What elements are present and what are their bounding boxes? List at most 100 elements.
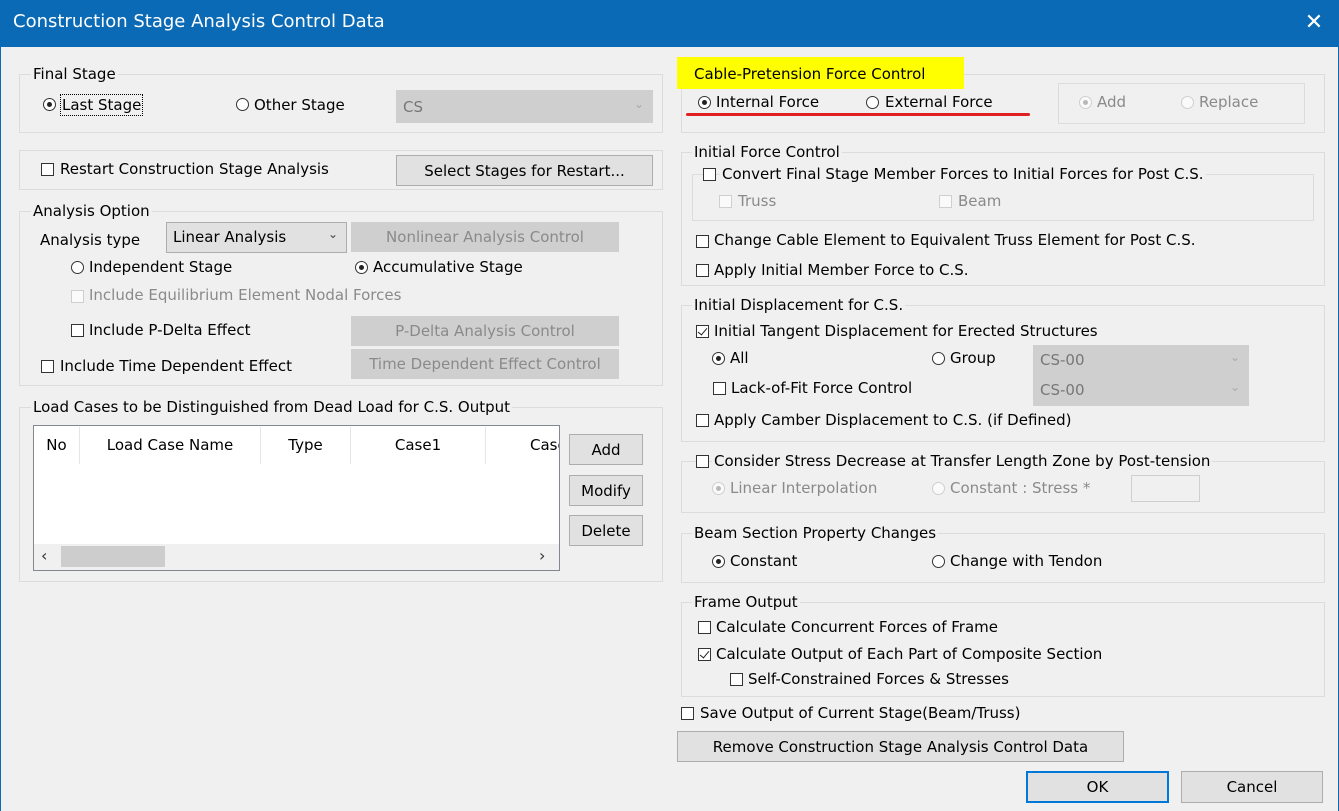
delete-load-case-button[interactable]: Delete	[569, 515, 643, 546]
internal-force-radio[interactable]	[698, 96, 711, 109]
column-header-type[interactable]: Type	[261, 427, 351, 464]
change-cable-checkbox[interactable]	[696, 235, 709, 248]
cancel-button[interactable]: Cancel	[1181, 771, 1323, 803]
change-with-tendon-label[interactable]: Change with Tendon	[950, 552, 1102, 570]
stress-value-input[interactable]	[1131, 475, 1200, 502]
other-stage-radio[interactable]	[236, 98, 249, 111]
truss-label: Truss	[738, 192, 777, 210]
group-label[interactable]: Group	[950, 349, 996, 367]
stage-select[interactable]: CS ⌄	[396, 90, 653, 123]
beam-label: Beam	[958, 192, 1002, 210]
cable-add-label: Add	[1097, 93, 1127, 111]
restart-label[interactable]: Restart Construction Stage Analysis	[60, 160, 329, 178]
change-with-tendon-radio[interactable]	[932, 555, 945, 568]
change-cable-label[interactable]: Change Cable Element to Equivalent Truss…	[714, 231, 1196, 249]
composite-section-label[interactable]: Calculate Output of Each Part of Composi…	[716, 645, 1102, 663]
chevron-down-icon: ⌄	[327, 227, 338, 241]
lack-of-fit-label[interactable]: Lack-of-Fit Force Control	[731, 379, 912, 397]
camber-checkbox[interactable]	[696, 414, 709, 427]
add-load-case-button[interactable]: Add	[569, 434, 643, 465]
concurrent-forces-checkbox[interactable]	[698, 621, 711, 634]
group-select-value: CS-00	[1040, 351, 1085, 369]
select-stages-restart-button[interactable]: Select Stages for Restart...	[396, 155, 653, 186]
lack-of-fit-checkbox[interactable]	[713, 382, 726, 395]
time-dependent-control-button[interactable]: Time Dependent Effect Control	[351, 349, 619, 379]
constant-label[interactable]: Constant	[730, 552, 797, 570]
column-header-case1[interactable]: Case1	[351, 427, 486, 464]
group-select[interactable]: CS-00 ⌄	[1033, 345, 1249, 376]
cable-add-radio[interactable]	[1079, 96, 1092, 109]
time-dependent-checkbox[interactable]	[41, 360, 54, 373]
scroll-right-icon[interactable]: ›	[539, 546, 545, 565]
group-radio[interactable]	[932, 352, 945, 365]
linear-interpolation-radio[interactable]	[712, 482, 725, 495]
other-stage-label[interactable]: Other Stage	[254, 96, 345, 114]
nonlinear-analysis-control-button[interactable]: Nonlinear Analysis Control	[351, 222, 619, 252]
save-output-checkbox[interactable]	[681, 707, 694, 720]
apply-initial-force-label[interactable]: Apply Initial Member Force to C.S.	[714, 261, 969, 279]
internal-force-label[interactable]: Internal Force	[716, 93, 819, 111]
window-title: Construction Stage Analysis Control Data	[13, 11, 385, 32]
stress-decrease-label[interactable]: Consider Stress Decrease at Transfer Len…	[712, 452, 1213, 470]
all-radio[interactable]	[712, 352, 725, 365]
external-force-radio[interactable]	[866, 96, 879, 109]
cable-replace-radio[interactable]	[1181, 96, 1194, 109]
horizontal-scrollbar[interactable]: ‹ ›	[34, 544, 559, 570]
camber-label[interactable]: Apply Camber Displacement to C.S. (if De…	[714, 411, 1072, 429]
column-header-case2[interactable]: Case	[486, 427, 559, 464]
constant-radio[interactable]	[712, 555, 725, 568]
time-dependent-label[interactable]: Include Time Dependent Effect	[60, 357, 292, 375]
accumulative-stage-label[interactable]: Accumulative Stage	[373, 258, 523, 276]
equilibrium-checkbox[interactable]	[71, 290, 84, 303]
constant-stress-radio[interactable]	[932, 482, 945, 495]
pdelta-label[interactable]: Include P-Delta Effect	[89, 321, 250, 339]
independent-stage-radio[interactable]	[71, 261, 84, 274]
self-constrained-label[interactable]: Self-Constrained Forces & Stresses	[748, 670, 1009, 688]
convert-label[interactable]: Convert Final Stage Member Forces to Ini…	[720, 165, 1206, 183]
cable-replace-label: Replace	[1199, 93, 1259, 111]
tangent-displacement-checkbox[interactable]	[696, 325, 709, 338]
scrollbar-thumb[interactable]	[61, 546, 165, 567]
restart-checkbox[interactable]	[41, 163, 54, 176]
external-force-label[interactable]: External Force	[885, 93, 993, 111]
load-cases-table[interactable]: No Load Case Name Type Case1 Case ‹ ›	[33, 425, 560, 571]
tangent-displacement-label[interactable]: Initial Tangent Displacement for Erected…	[714, 322, 1098, 340]
last-stage-radio[interactable]	[43, 98, 56, 111]
composite-section-checkbox[interactable]	[698, 648, 711, 661]
analysis-option-label: Analysis Option	[31, 202, 152, 220]
last-stage-label[interactable]: Last Stage	[59, 94, 144, 116]
apply-initial-force-checkbox[interactable]	[696, 264, 709, 277]
convert-checkbox[interactable]	[703, 168, 716, 181]
lack-of-fit-select[interactable]: CS-00 ⌄	[1033, 375, 1249, 406]
column-header-no[interactable]: No	[34, 427, 80, 464]
constant-stress-label: Constant : Stress *	[950, 479, 1091, 497]
chevron-down-icon: ⌄	[1229, 380, 1240, 394]
column-header-case2-label: Case	[530, 436, 559, 454]
save-output-label[interactable]: Save Output of Current Stage(Beam/Truss)	[700, 704, 1020, 722]
modify-load-case-button[interactable]: Modify	[569, 475, 643, 506]
concurrent-forces-label[interactable]: Calculate Concurrent Forces of Frame	[716, 618, 998, 636]
column-header-load-case-name[interactable]: Load Case Name	[80, 427, 261, 464]
accumulative-stage-radio[interactable]	[355, 261, 368, 274]
title-bar: Construction Stage Analysis Control Data…	[0, 0, 1339, 47]
linear-interpolation-label: Linear Interpolation	[730, 479, 878, 497]
truss-checkbox[interactable]	[719, 195, 732, 208]
ok-button[interactable]: OK	[1026, 771, 1169, 803]
chevron-down-icon: ⌄	[1229, 350, 1240, 364]
load-cases-label: Load Cases to be Distinguished from Dead…	[31, 398, 512, 416]
scroll-left-icon[interactable]: ‹	[41, 546, 47, 565]
analysis-type-select[interactable]: Linear Analysis ⌄	[166, 222, 347, 253]
pdelta-analysis-control-button[interactable]: P-Delta Analysis Control	[351, 316, 619, 346]
self-constrained-checkbox[interactable]	[730, 673, 743, 686]
pdelta-checkbox[interactable]	[71, 324, 84, 337]
remove-control-data-button[interactable]: Remove Construction Stage Analysis Contr…	[677, 731, 1124, 762]
initial-force-label: Initial Force Control	[692, 143, 842, 161]
stress-decrease-checkbox[interactable]	[696, 455, 709, 468]
all-label[interactable]: All	[730, 349, 749, 367]
stage-select-value: CS	[403, 98, 423, 116]
close-icon[interactable]: ✕	[1298, 8, 1330, 38]
independent-stage-label[interactable]: Independent Stage	[89, 258, 232, 276]
beam-checkbox[interactable]	[939, 195, 952, 208]
window-border-left	[0, 47, 1, 811]
analysis-type-value: Linear Analysis	[173, 228, 287, 246]
